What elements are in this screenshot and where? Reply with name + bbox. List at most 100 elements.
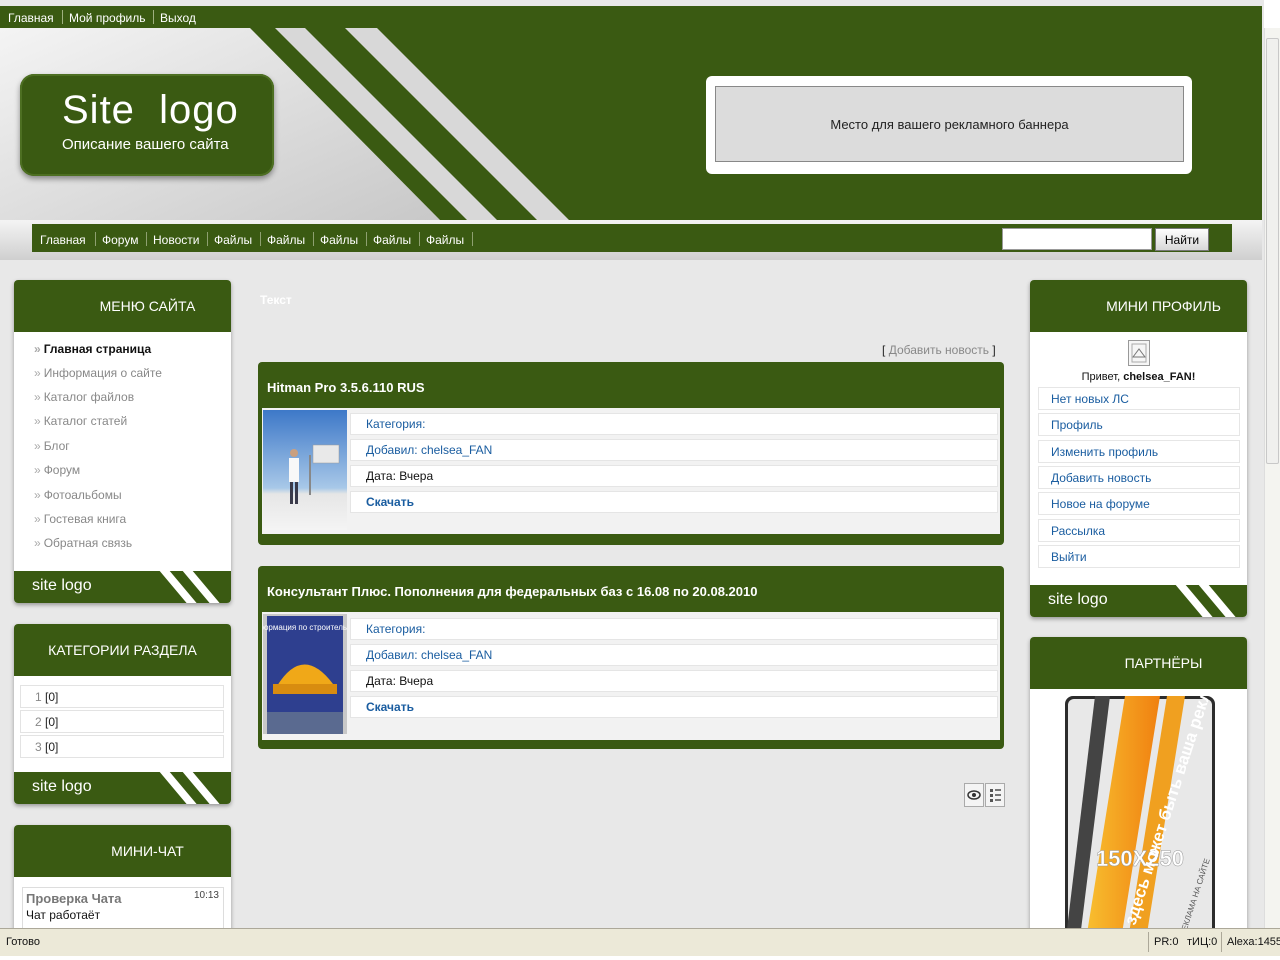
browser-status-bar: Готово PR:0 тИЦ:0 Alexa:1455	[0, 928, 1280, 956]
menu-item-article-catalog[interactable]: » Каталог статей	[34, 414, 127, 428]
nav-item-files-2[interactable]: Файлы	[267, 233, 305, 247]
chat-block-title: МИНИ-ЧАТ	[14, 825, 231, 877]
divider	[153, 10, 154, 24]
news-body: Информация по строительству Категория: Д…	[262, 612, 1000, 740]
category-row[interactable]: 3 [0]	[20, 735, 224, 758]
menu-item-home[interactable]: » Главная страница	[34, 342, 151, 356]
view-icon[interactable]	[964, 783, 984, 807]
footer-logo: site logo	[32, 778, 92, 795]
categories-block: КАТЕГОРИИ РАЗДЕЛА 1 [0] 2 [0] 3 [0] site…	[14, 624, 231, 804]
chat-time: 10:13	[193, 890, 219, 901]
nav-item-files-5[interactable]: Файлы	[426, 233, 464, 247]
footer-logo: site logo	[1048, 591, 1108, 608]
news-category[interactable]: Категория:	[350, 618, 998, 640]
add-news-link[interactable]: Добавить новость	[889, 343, 989, 357]
profile-block-title: МИНИ ПРОФИЛЬ	[1030, 280, 1247, 332]
scrollbar-thumb[interactable]	[1266, 38, 1279, 464]
menu-block-footer: site logo	[14, 563, 231, 603]
thumbnail-text: Информация по строительству	[263, 623, 347, 632]
news-thumbnail[interactable]: Информация по строительству	[263, 614, 347, 734]
list-icon[interactable]	[985, 783, 1005, 807]
news-thumbnail[interactable]	[263, 410, 347, 530]
news-date: Дата: Вчера	[350, 465, 998, 487]
categories-block-title: КАТЕГОРИИ РАЗДЕЛА	[14, 624, 231, 676]
menu-item-blog[interactable]: » Блог	[34, 439, 70, 453]
partners-block: ПАРТНЁРЫ 150X250 здесь может быть ваша р…	[1030, 637, 1247, 928]
download-link[interactable]: Скачать	[350, 696, 998, 718]
search-button[interactable]: Найти	[1155, 228, 1209, 251]
nav-item-forum[interactable]: Форум	[102, 233, 138, 247]
menu-item-photo-albums[interactable]: » Фотоальбомы	[34, 488, 122, 502]
site-logo[interactable]: Site logo Описание вашего сайта	[20, 74, 274, 176]
menu-item-about[interactable]: » Информация о сайте	[34, 366, 162, 380]
category-row[interactable]: 1 [0]	[20, 685, 224, 708]
banner-text: Место для вашего рекламного баннера	[715, 86, 1184, 162]
news-entry: Консультант Плюс. Пополнения для федерал…	[258, 566, 1004, 749]
mini-profile-block: МИНИ ПРОФИЛЬ Привет, chelsea_FAN! Нет но…	[1030, 280, 1247, 617]
divider	[472, 232, 473, 246]
profile-link-profile[interactable]: Профиль	[1038, 413, 1240, 436]
menu-item-file-catalog[interactable]: » Каталог файлов	[34, 390, 134, 404]
top-links-bar: Главная Мой профиль Выход	[0, 6, 1262, 28]
categories-block-footer: site logo	[14, 764, 231, 804]
navigation-wrapper: Главная Форум Новости Файлы Файлы Файлы …	[0, 220, 1262, 260]
divider	[95, 232, 96, 246]
vertical-scrollbar[interactable]	[1264, 28, 1280, 928]
nav-item-home[interactable]: Главная	[40, 233, 86, 247]
chat-text: Чат работаёт	[26, 908, 101, 922]
search-input[interactable]	[1002, 228, 1152, 250]
divider	[146, 232, 147, 246]
divider	[313, 232, 314, 246]
top-link-home[interactable]: Главная	[8, 11, 54, 25]
divider	[1221, 932, 1222, 952]
profile-link-edit[interactable]: Изменить профиль	[1038, 440, 1240, 463]
partner-ad-banner[interactable]: 150X250 здесь может быть ваша реклама РЕ…	[1065, 696, 1215, 928]
category-row[interactable]: 2 [0]	[20, 710, 224, 733]
profile-block-footer: site logo	[1030, 577, 1247, 617]
profile-link-newsletter[interactable]: Рассылка	[1038, 519, 1240, 542]
site-header: Site logo Описание вашего сайта Место дл…	[0, 28, 1262, 220]
top-link-profile[interactable]: Мой профиль	[69, 11, 146, 25]
menu-item-forum[interactable]: » Форум	[34, 463, 80, 477]
ad-banner[interactable]: Место для вашего рекламного баннера	[706, 76, 1192, 174]
menu-block-title: МЕНЮ САЙТА	[14, 280, 231, 332]
profile-username: chelsea_FAN!	[1123, 371, 1196, 383]
footer-logo: site logo	[32, 577, 92, 594]
partners-block-title: ПАРТНЁРЫ	[1030, 637, 1247, 689]
divider	[366, 232, 367, 246]
divider	[62, 10, 63, 24]
profile-link-add-news[interactable]: Добавить новость	[1038, 466, 1240, 489]
profile-link-messages[interactable]: Нет новых ЛС	[1038, 387, 1240, 410]
nav-item-files-4[interactable]: Файлы	[373, 233, 411, 247]
news-category[interactable]: Категория:	[350, 413, 998, 435]
chat-author[interactable]: Проверка Чата	[26, 891, 122, 906]
top-link-logout[interactable]: Выход	[160, 11, 196, 25]
nav-item-news[interactable]: Новости	[153, 233, 199, 247]
news-author[interactable]: Добавил: chelsea_FAN	[350, 644, 998, 666]
profile-greeting: Привет, chelsea_FAN!	[1081, 371, 1196, 383]
add-news-link-wrapper: [ Добавить новость ]	[882, 343, 996, 357]
download-link[interactable]: Скачать	[350, 491, 998, 513]
divider	[260, 232, 261, 246]
logo-subtitle: Описание вашего сайта	[62, 136, 229, 153]
pr-rank: PR:0	[1154, 936, 1179, 948]
divider	[419, 232, 420, 246]
menu-item-feedback[interactable]: » Обратная связь	[34, 536, 132, 550]
divider	[1148, 932, 1149, 952]
news-body: Категория: Добавил: chelsea_FAN Дата: Вч…	[262, 408, 1000, 534]
nav-item-files-3[interactable]: Файлы	[320, 233, 358, 247]
nav-item-files-1[interactable]: Файлы	[214, 233, 252, 247]
news-title[interactable]: Hitman Pro 3.5.6.110 RUS	[267, 380, 425, 395]
news-author[interactable]: Добавил: chelsea_FAN	[350, 439, 998, 461]
divider	[207, 232, 208, 246]
status-text: Готово	[6, 936, 40, 948]
menu-item-guestbook[interactable]: » Гостевая книга	[34, 512, 126, 526]
logo-title: Site logo	[62, 88, 239, 132]
news-title[interactable]: Консультант Плюс. Пополнения для федерал…	[267, 584, 757, 599]
profile-link-forum-new[interactable]: Новое на форуме	[1038, 492, 1240, 515]
profile-link-logout[interactable]: Выйти	[1038, 545, 1240, 568]
alexa-rank: Alexa:1455	[1227, 936, 1280, 948]
news-entry: Hitman Pro 3.5.6.110 RUS Категория: Доба…	[258, 362, 1004, 545]
mini-chat-block: МИНИ-ЧАТ Проверка Чата 10:13 Чат работаё…	[14, 825, 231, 928]
avatar[interactable]	[1128, 340, 1150, 366]
